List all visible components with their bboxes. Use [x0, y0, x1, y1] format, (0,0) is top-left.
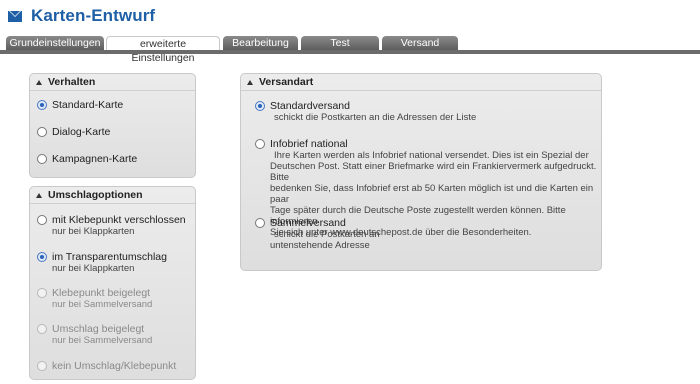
option-hint: nur bei Sammelversand — [52, 299, 153, 310]
option-label: Infobrief national — [270, 138, 348, 150]
verhalten-panel: Verhalten Standard-Karte Dialog-Karte Ka… — [29, 73, 196, 178]
option-umschlag-beigelegt[interactable]: Umschlag beigelegt nur bei Sammelversand — [37, 323, 152, 346]
radio-button[interactable] — [37, 361, 47, 371]
option-description: Deutschen Post. Statt einer Briefmarke w… — [270, 161, 597, 183]
option-kampagnen-karte[interactable]: Kampagnen-Karte — [37, 153, 137, 165]
option-kein-umschlag[interactable]: kein Umschlag/Klebepunkt — [37, 360, 176, 372]
option-klebepunkt-verschlossen[interactable]: mit Klebepunkt verschlossen nur bei Klap… — [37, 214, 186, 237]
option-label: im Transparentumschlag — [52, 251, 167, 263]
radio-button[interactable] — [255, 101, 265, 111]
option-standardversand[interactable]: Standardversand schickt die Postkarten a… — [255, 100, 476, 123]
radio-button[interactable] — [255, 139, 265, 149]
option-description: schickt die Postkarten an die Adressen d… — [274, 112, 477, 123]
option-label: kein Umschlag/Klebepunkt — [52, 360, 177, 372]
tab-underline — [0, 50, 700, 54]
option-hint: nur bei Klappkarten — [52, 226, 135, 237]
verhalten-header[interactable]: Verhalten — [30, 74, 195, 91]
versandart-header[interactable]: Versandart — [241, 74, 601, 91]
envelope-icon — [8, 11, 22, 22]
option-label: Sammelversand — [270, 217, 346, 229]
option-label: Kampagnen-Karte — [52, 153, 138, 165]
page-title: Karten-Entwurf — [31, 6, 156, 25]
radio-button[interactable] — [37, 252, 47, 262]
option-klebepunkt-beigelegt[interactable]: Klebepunkt beigelegt nur bei Sammelversa… — [37, 287, 152, 310]
page-header: Karten-Entwurf — [8, 4, 155, 28]
option-label: Standardversand — [270, 100, 350, 112]
option-description: bedenken Sie, dass Infobrief erst ab 50 … — [270, 183, 594, 205]
collapse-triangle-icon[interactable] — [36, 192, 42, 198]
collapse-triangle-icon[interactable] — [36, 79, 42, 85]
versandart-title: Versandart — [259, 76, 314, 88]
option-hint: nur bei Klappkarten — [52, 263, 135, 274]
umschlag-header[interactable]: Umschlagoptionen — [30, 187, 195, 204]
umschlagoptionen-panel: Umschlagoptionen mit Klebepunkt verschlo… — [29, 186, 196, 380]
radio-button[interactable] — [37, 324, 47, 334]
radio-button[interactable] — [37, 215, 47, 225]
collapse-triangle-icon[interactable] — [247, 79, 253, 85]
umschlag-title: Umschlagoptionen — [48, 189, 143, 201]
option-transparentumschlag[interactable]: im Transparentumschlag nur bei Klappkart… — [37, 251, 167, 274]
tab-erweiterte-einstellungen[interactable]: erweiterte Einstellungen — [106, 36, 220, 64]
verhalten-title: Verhalten — [48, 76, 96, 88]
tab-bar: Grundeinstellungen erweiterte Einstellun… — [0, 36, 700, 64]
option-standard-karte[interactable]: Standard-Karte — [37, 99, 123, 111]
tab-bearbeitung[interactable]: Bearbeitung — [223, 36, 298, 50]
option-dialog-karte[interactable]: Dialog-Karte — [37, 126, 110, 138]
versandart-panel: Versandart Standardversand schickt die P… — [240, 73, 602, 271]
radio-button[interactable] — [255, 218, 265, 228]
option-description: Ihre Karten werden als Infobrief nationa… — [274, 150, 589, 161]
option-sammelversand[interactable]: Sammelversand schickt die Postkarten an … — [255, 217, 380, 251]
option-label: Dialog-Karte — [52, 126, 111, 138]
radio-button[interactable] — [37, 100, 47, 110]
radio-button[interactable] — [37, 154, 47, 164]
option-label: Klebepunkt beigelegt — [52, 287, 151, 299]
option-label: Standard-Karte — [52, 99, 124, 111]
tab-test[interactable]: Test — [301, 36, 379, 50]
option-hint: nur bei Sammelversand — [52, 335, 153, 346]
tab-versand[interactable]: Versand — [382, 36, 458, 50]
radio-button[interactable] — [37, 288, 47, 298]
option-label: mit Klebepunkt verschlossen — [52, 214, 186, 226]
option-description: schickt die Postkarten an — [274, 229, 380, 240]
tab-grundeinstellungen[interactable]: Grundeinstellungen — [6, 36, 104, 50]
radio-button[interactable] — [37, 127, 47, 137]
option-description: untenstehende Adresse — [270, 240, 370, 251]
option-label: Umschlag beigelegt — [52, 323, 145, 335]
